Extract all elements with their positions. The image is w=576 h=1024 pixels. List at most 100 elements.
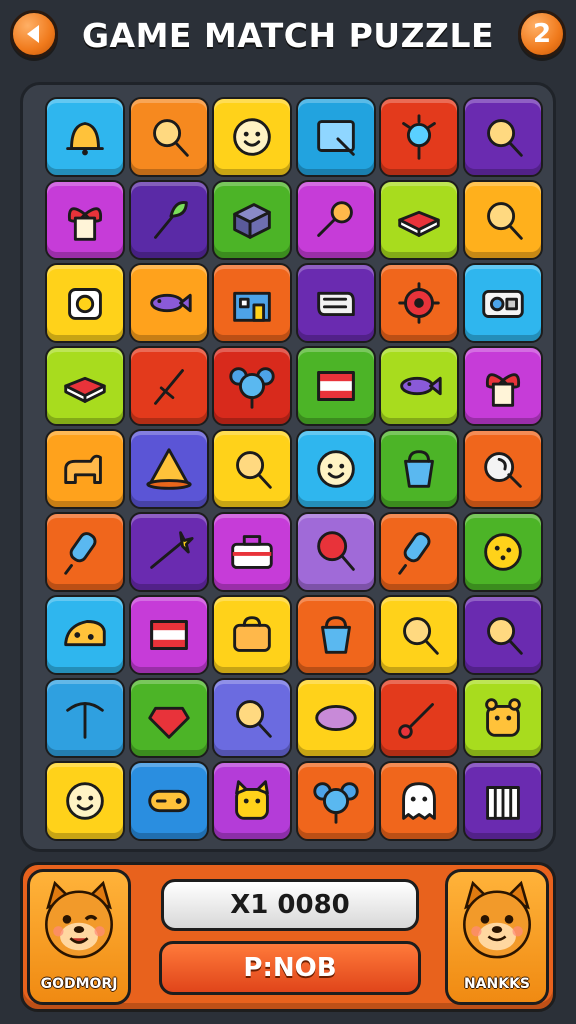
bucket-icon [404,450,434,488]
face-icon [233,118,271,156]
controller-icon [147,789,190,813]
footer-panel: GODMORJ X1 0080 P:NOB NANKKS [20,862,556,1012]
game-tile[interactable] [295,346,376,426]
action-button[interactable]: P:NOB [159,941,421,995]
game-tile[interactable] [212,346,292,426]
game-tile[interactable] [379,346,459,426]
game-tile[interactable] [462,429,543,509]
game-tile[interactable] [212,97,292,177]
game-tile[interactable] [462,678,543,758]
right-character-button[interactable]: NANKKS [445,869,549,1005]
game-tile[interactable] [462,346,543,426]
bear-icon [484,698,521,737]
cage-icon [485,786,520,820]
game-tile[interactable] [379,761,459,841]
face-icon [66,782,104,820]
game-tile[interactable] [379,678,459,758]
leaf-wand-icon [153,200,188,239]
game-tile[interactable] [45,346,125,426]
game-tile[interactable] [462,595,543,675]
gear-icon [398,282,440,324]
magnifier-icon [486,617,523,655]
gift-bow-icon [485,373,520,407]
game-tile[interactable] [462,97,543,177]
game-tile[interactable] [212,761,292,841]
game-tile[interactable] [295,595,376,675]
game-tile[interactable] [128,346,209,426]
key-icon [316,201,353,237]
game-tile[interactable] [128,512,209,592]
game-tile[interactable] [45,678,125,758]
magnifier-icon [236,700,272,738]
popsicle-icon [398,532,431,575]
game-tile[interactable] [295,512,376,592]
game-tile[interactable] [212,595,292,675]
game-tile[interactable] [295,97,376,177]
pickaxe-icon [66,702,104,739]
game-tile[interactable] [462,263,543,343]
dog-icon [64,454,102,484]
brush-icon [398,703,434,739]
game-tile[interactable] [462,761,543,841]
game-tile[interactable] [128,97,209,177]
fox-face-icon [45,880,113,959]
game-tile[interactable] [379,429,459,509]
game-tile[interactable] [379,512,459,592]
game-tile[interactable] [128,761,209,841]
game-tile[interactable] [295,429,376,509]
bucket-icon [320,616,351,654]
gem-icon [147,706,190,739]
game-tile[interactable] [45,512,125,592]
game-tile[interactable] [212,180,292,260]
game-tile[interactable] [128,429,209,509]
game-tile[interactable] [379,180,459,260]
game-tile[interactable] [295,263,376,343]
flag-icon [149,620,188,650]
back-button[interactable] [10,10,58,58]
game-tile[interactable] [128,678,209,758]
game-tile[interactable] [295,678,376,758]
cat-icon [235,780,269,820]
game-tile[interactable] [295,761,376,841]
lemon-icon [314,704,357,732]
game-tile[interactable] [128,595,209,675]
score-display: X1 0080 [161,879,419,931]
game-tile[interactable] [212,429,292,509]
game-tile[interactable] [212,512,292,592]
game-tile[interactable] [462,512,543,592]
game-tile[interactable] [462,180,543,260]
popsicle-icon [64,532,97,575]
game-tile[interactable] [212,263,292,343]
ghost-icon [402,782,436,820]
game-tile[interactable] [379,263,459,343]
wand-icon [149,531,194,569]
game-tile[interactable] [45,429,125,509]
header: GAME MATCH PUZZLE 2 [0,0,576,76]
level-button[interactable]: 2 [518,10,566,58]
scroll-icon [316,291,355,317]
game-tile[interactable] [45,761,125,841]
camera-icon [68,288,102,320]
game-tile[interactable] [379,595,459,675]
house-icon [233,291,271,322]
right-character-label: NANKKS [463,976,531,992]
game-tile[interactable] [128,180,209,260]
lollipop-icon [316,531,355,571]
magnifier-icon [486,119,523,157]
game-tile[interactable] [212,678,292,758]
game-tile[interactable] [45,595,125,675]
fish-icon [400,376,442,396]
sword-icon [153,369,184,405]
game-tile[interactable] [128,263,209,343]
tent-icon [145,448,192,490]
box-icon [233,203,271,239]
radio-icon [481,289,524,318]
book-icon [64,376,106,403]
game-tile[interactable] [45,97,125,177]
magnifier-icon [152,119,189,157]
game-tile[interactable] [45,263,125,343]
game-tile[interactable] [295,180,376,260]
game-tile[interactable] [45,180,125,260]
game-tile[interactable] [379,97,459,177]
left-character-button[interactable]: GODMORJ [27,869,131,1005]
